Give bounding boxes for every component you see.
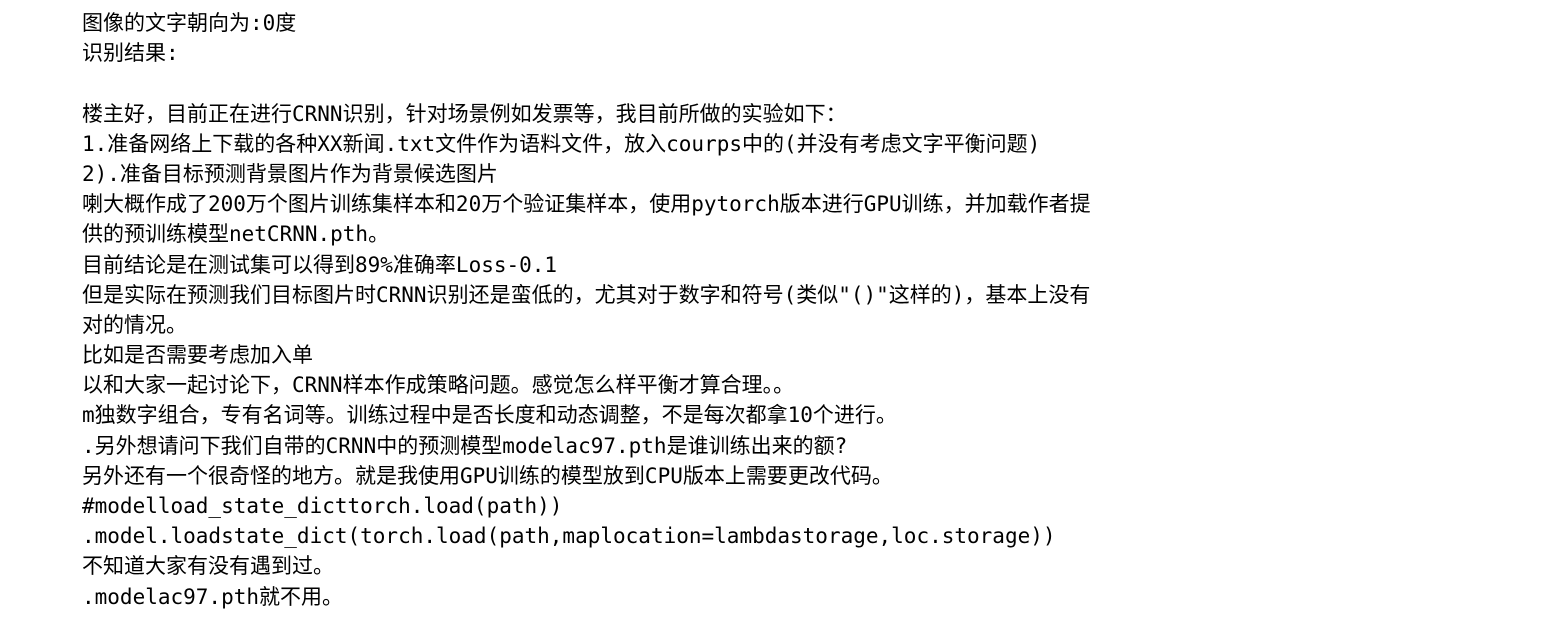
code-line: #modelload_state_dicttorch.load(path)) <box>82 494 563 518</box>
text-line: 喇大概作成了200万个图片训练集样本和20万个验证集样本，使用pytorch版本… <box>82 192 1091 217</box>
text-line: 楼主好，目前正在进行CRNN识别，针对场景例如发票等，我目前所做的实验如下： <box>82 101 847 126</box>
code-line: .model.loadstate_dict(torch.load(path,ma… <box>82 524 1056 549</box>
text-line: 供的预训练模型netCRNN.pth。 <box>82 222 390 247</box>
text-line: 对的情况。 <box>82 312 187 337</box>
text-line: 不知道大家有没有遇到过。 <box>82 554 334 579</box>
text-line: m独数字组合，专有名词等。训练过程中是否长度和动态调整，不是每次都拿10个进行。 <box>82 403 897 428</box>
text-line: .另外想请问下我们自带的CRNN中的预测模型modelac97.pth是谁训练出… <box>82 433 848 458</box>
text-line: 目前结论是在测试集可以得到89%准确率Loss-0.1 <box>82 252 558 277</box>
text-line: .modelac97.pth就不用。 <box>82 584 344 609</box>
text-line: 以和大家一起讨论下，CRNN样本作成策略问题。感觉怎么样平衡才算合理。。 <box>82 373 795 398</box>
orientation-line: 图像的文字朝向为:0度 <box>82 11 297 35</box>
text-line: 比如是否需要考虑加入单 <box>82 343 313 368</box>
result-label: 识别结果: <box>82 41 179 66</box>
ocr-result-document: 图像的文字朝向为:0度 识别结果: 楼主好，目前正在进行CRNN识别，针对场景例… <box>82 8 1542 612</box>
text-line: 1.准备网络上下载的各种XX新闻.txt文件作为语料文件，放入courps中的(… <box>82 131 1041 156</box>
text-line: 但是实际在预测我们目标图片时CRNN识别还是蛮低的，尤其对于数字和符号(类似"(… <box>82 282 1091 307</box>
text-line: 2).准备目标预测背景图片作为背景候选图片 <box>82 161 498 186</box>
text-line: 另外还有一个很奇怪的地方。就是我使用GPU训练的模型放到CPU版本上需要更改代码… <box>82 463 893 488</box>
